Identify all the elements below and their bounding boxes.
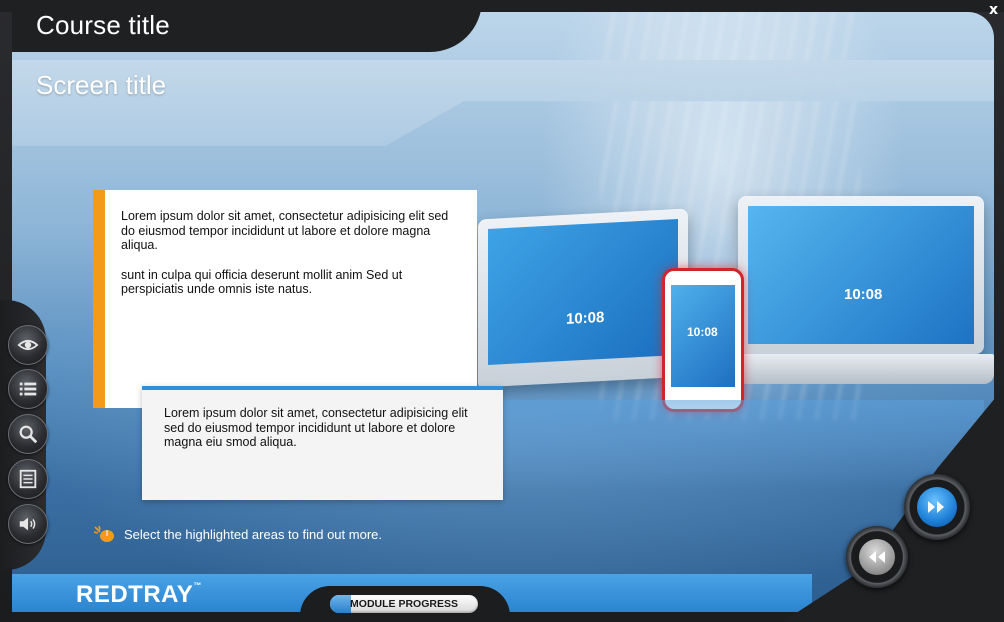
screen-title: Screen title xyxy=(36,70,167,100)
previous-button[interactable] xyxy=(846,526,908,588)
eye-icon[interactable] xyxy=(8,325,48,365)
speaker-icon[interactable] xyxy=(8,504,48,544)
panel-paragraph: sunt in culpa qui officia deserunt molli… xyxy=(121,267,403,297)
course-title: Course title xyxy=(36,10,170,40)
laptop-base xyxy=(736,354,994,384)
device-reflection xyxy=(478,400,984,490)
device-clock: 10:08 xyxy=(687,325,718,339)
device-clock: 10:08 xyxy=(844,286,883,303)
device-clock: 10:08 xyxy=(566,308,605,328)
course-player: Course title x Screen title 10:08 10:08 … xyxy=(0,0,1004,622)
laptop-illustration: 10:08 xyxy=(738,196,984,354)
notes-icon[interactable] xyxy=(8,459,48,499)
smartphone-hotspot[interactable]: 10:08 xyxy=(662,268,744,412)
double-chevron-left-icon xyxy=(859,539,895,575)
progress-fill xyxy=(330,595,351,613)
next-button[interactable] xyxy=(904,474,970,540)
progress-label: MODULE PROGRESS xyxy=(350,598,458,610)
brand-logo: REDTRAY™ xyxy=(76,581,202,608)
module-progress-bar[interactable]: MODULE PROGRESS xyxy=(330,595,478,613)
panel-paragraph: Lorem ipsum dolor sit amet, consectetur … xyxy=(164,406,468,449)
hint-text: Select the highlighted areas to find out… xyxy=(124,526,382,542)
list-icon[interactable] xyxy=(8,369,48,409)
instruction-hint: Select the highlighted areas to find out… xyxy=(92,524,382,544)
close-button[interactable]: x xyxy=(989,2,998,18)
content-panel-primary: Lorem ipsum dolor sit amet, consectetur … xyxy=(93,190,477,408)
double-chevron-right-icon xyxy=(917,487,957,527)
panel-paragraph: Lorem ipsum dolor sit amet, consectetur … xyxy=(121,209,449,252)
magnifier-icon[interactable] xyxy=(8,414,48,454)
mouse-click-icon xyxy=(93,525,114,542)
tablet-pc-illustration: 10:08 xyxy=(478,208,688,388)
content-panel-secondary: Lorem ipsum dolor sit amet, consectetur … xyxy=(142,386,503,500)
